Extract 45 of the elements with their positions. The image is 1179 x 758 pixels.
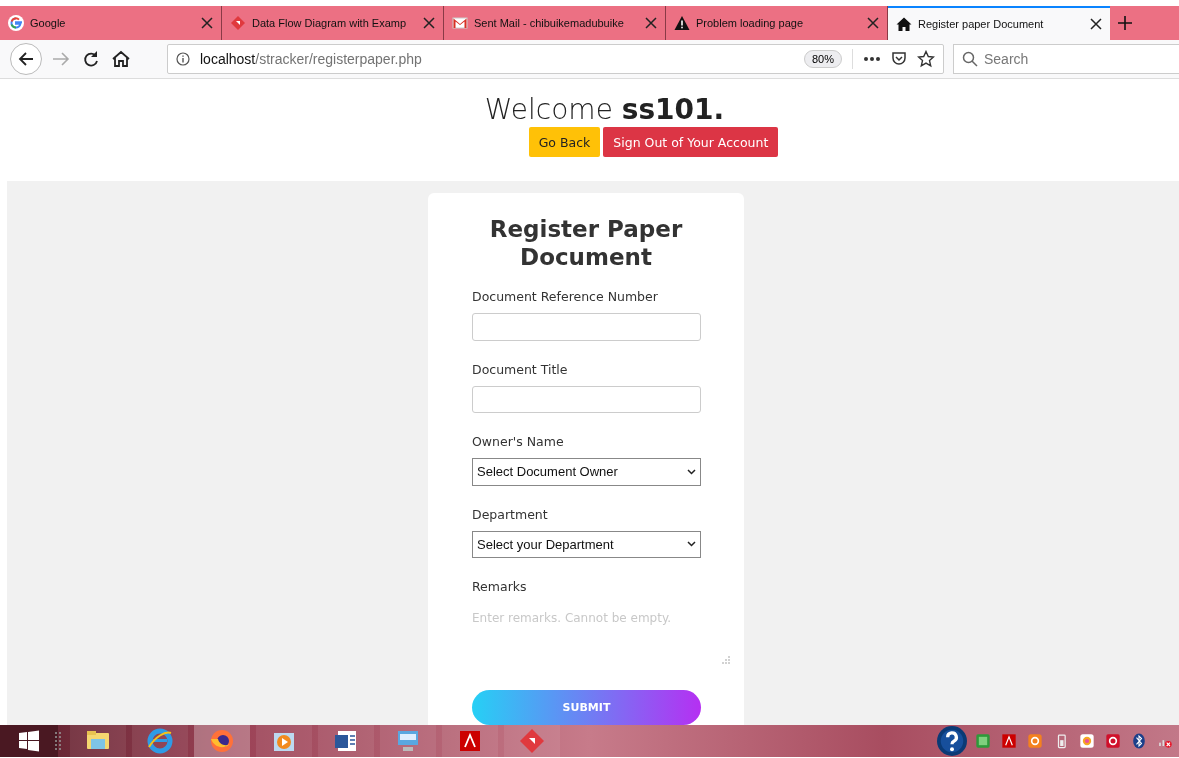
browser-e-icon[interactable] bbox=[146, 727, 174, 755]
zoom-badge[interactable]: 80% bbox=[803, 50, 842, 68]
star-icon[interactable] bbox=[917, 50, 935, 68]
pocket-icon[interactable] bbox=[891, 51, 907, 67]
caret-icon bbox=[687, 541, 696, 548]
back-button[interactable]: Go Back bbox=[528, 127, 601, 157]
windows-icon[interactable] bbox=[18, 730, 40, 752]
resize-grip-icon[interactable] bbox=[722, 655, 730, 664]
form-title: Register Paper Document bbox=[488, 215, 684, 271]
search-field[interactable]: Search bbox=[953, 44, 1179, 74]
submit-button[interactable]: SUBMIT bbox=[472, 689, 701, 725]
more-icon[interactable] bbox=[863, 56, 881, 62]
tray-app-icon[interactable] bbox=[1103, 731, 1123, 751]
dots-icon bbox=[54, 731, 62, 751]
sign-out-button[interactable]: Sign Out of Your Account bbox=[603, 127, 779, 157]
dropdown[interactable]: Select Document Owner bbox=[472, 458, 701, 486]
back-button[interactable] bbox=[10, 43, 42, 75]
field-label: Document Title bbox=[472, 361, 569, 377]
search-icon bbox=[962, 51, 978, 67]
home-icon bbox=[896, 16, 912, 32]
address-bar[interactable]: localhost/stracker/registerpaper.php 80% bbox=[167, 44, 944, 74]
browser-tab[interactable]: Register paper Document bbox=[888, 6, 1110, 40]
photos-icon[interactable] bbox=[1077, 731, 1097, 751]
mail-icon bbox=[452, 15, 468, 31]
pdf-icon[interactable] bbox=[999, 731, 1019, 751]
input-field[interactable] bbox=[472, 385, 701, 414]
welcome-heading: Welcome ss101. bbox=[484, 93, 725, 127]
back-arrow-icon bbox=[17, 50, 35, 68]
home-icon[interactable] bbox=[110, 48, 132, 70]
close-icon[interactable] bbox=[1090, 18, 1102, 30]
help-icon[interactable] bbox=[937, 726, 967, 756]
google-icon bbox=[8, 15, 24, 31]
caret-icon bbox=[687, 468, 696, 475]
dropdown[interactable]: Select your Department bbox=[472, 530, 701, 559]
info-icon[interactable] bbox=[176, 52, 190, 66]
new-tab-icon[interactable] bbox=[1117, 15, 1133, 31]
input-field[interactable] bbox=[472, 313, 701, 341]
field-label: Department bbox=[472, 506, 549, 522]
diamond-icon bbox=[230, 15, 246, 31]
warning-icon bbox=[674, 15, 690, 31]
tray-app-icon[interactable] bbox=[1025, 731, 1045, 751]
field-label: Owner's Name bbox=[472, 434, 565, 450]
field-label: Remarks bbox=[472, 579, 528, 595]
field-label: Document Reference Number bbox=[472, 289, 659, 304]
url-text: localhost/stracker/registerpaper.php bbox=[200, 51, 423, 67]
